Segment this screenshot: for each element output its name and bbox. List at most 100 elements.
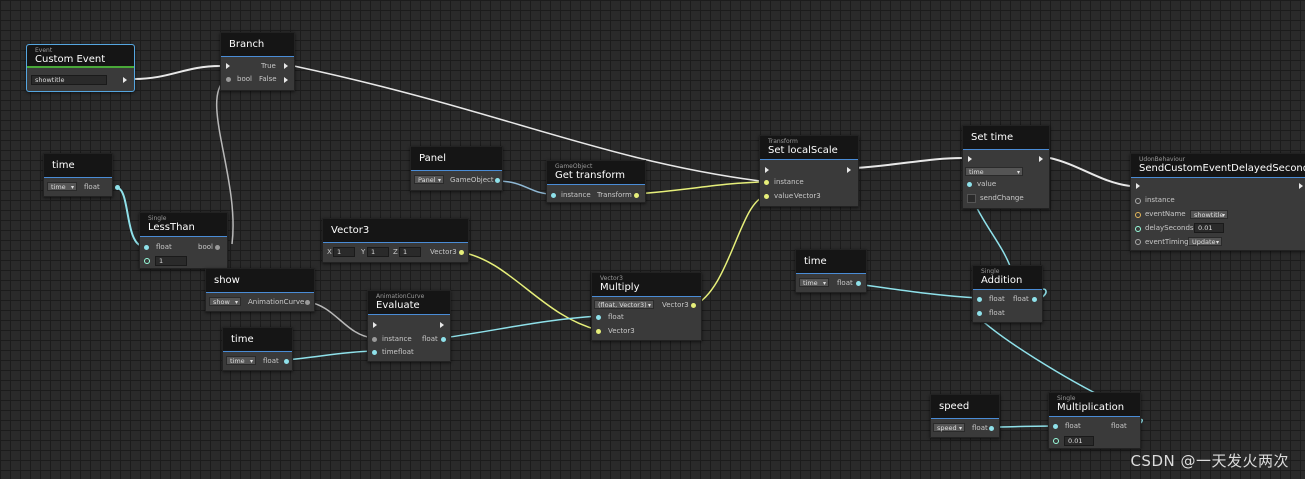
timing-port-icon[interactable]: [1135, 239, 1141, 245]
float-in-port-icon[interactable]: [596, 315, 601, 320]
node-subtitle: Single: [981, 268, 1000, 275]
node-multiply[interactable]: Vector3 Multiply (float, Vector3) Vector…: [591, 272, 702, 341]
flow-false-arrow-icon[interactable]: [284, 77, 288, 83]
node-multiplication[interactable]: Single Multiplication float float 0.01: [1048, 392, 1141, 449]
flow-out-arrow-icon[interactable]: [123, 77, 127, 83]
node-addition[interactable]: Single Addition float float float: [972, 265, 1043, 323]
flow-true-arrow-icon[interactable]: [284, 63, 288, 69]
wire-flow: [293, 65, 761, 182]
event-name-dropdown[interactable]: showtitle: [1190, 210, 1228, 220]
float-value-port-icon[interactable]: [1053, 438, 1059, 444]
node-time-variable[interactable]: time time float: [795, 249, 867, 293]
wire-float: [973, 312, 1096, 394]
flow-in-arrow-icon[interactable]: [1136, 183, 1140, 189]
node-send-custom-event-delayed[interactable]: UdonBehaviour SendCustomEventDelayedSeco…: [1130, 153, 1305, 251]
float-in-port-icon[interactable]: [1053, 424, 1058, 429]
float-out-port-icon[interactable]: [441, 337, 446, 342]
wire-float: [856, 283, 980, 299]
wire-vector: [692, 195, 767, 307]
variable-dropdown[interactable]: show: [209, 297, 241, 307]
node-panel-variable[interactable]: Panel Panel GameObject: [410, 146, 503, 191]
output-type-label: float: [972, 424, 988, 432]
instance-in-port-icon[interactable]: [551, 193, 556, 198]
z-field[interactable]: 1: [399, 247, 421, 257]
curve-out-port-icon[interactable]: [305, 300, 310, 305]
variable-dropdown[interactable]: time: [965, 167, 1023, 177]
float-out-port-icon[interactable]: [115, 185, 120, 190]
event-name-label: eventName: [1145, 210, 1186, 218]
float-value-port-icon[interactable]: [144, 258, 150, 264]
time-in-port-icon[interactable]: [372, 350, 377, 355]
float-in-port-icon[interactable]: [977, 297, 982, 302]
node-set-localscale[interactable]: Transform Set localScale instance value …: [759, 135, 859, 207]
x-field[interactable]: 1: [333, 247, 355, 257]
instance-port-icon[interactable]: [1135, 198, 1141, 204]
float-out-port-icon[interactable]: [284, 359, 289, 364]
variable-dropdown[interactable]: Panel: [414, 175, 444, 185]
variable-dropdown[interactable]: speed: [933, 423, 965, 433]
value-field[interactable]: 1: [155, 256, 187, 266]
node-speed-variable[interactable]: speed speed float: [930, 394, 1000, 438]
node-evaluate[interactable]: AnimationCurve Evaluate instance float t…: [367, 290, 451, 362]
send-change-checkbox[interactable]: [967, 194, 976, 203]
instance-in-port-icon[interactable]: [764, 180, 769, 185]
node-title: time: [804, 256, 827, 267]
variable-dropdown[interactable]: time: [226, 356, 256, 366]
float-out-port-icon[interactable]: [989, 426, 994, 431]
node-subtitle: Vector3: [600, 275, 623, 282]
node-custom-event[interactable]: Event Custom Event showtitle: [26, 44, 135, 92]
node-branch[interactable]: Branch True bool False: [220, 32, 295, 91]
timing-dropdown[interactable]: Update: [1188, 237, 1222, 247]
delay-port-icon[interactable]: [1135, 226, 1141, 232]
object-out-port-icon[interactable]: [495, 178, 500, 183]
node-time-variable[interactable]: time time float: [222, 327, 293, 371]
instance-in-port-icon[interactable]: [372, 337, 377, 342]
node-title: time: [231, 334, 254, 345]
bool-in-port-icon[interactable]: [226, 77, 231, 82]
vector-in-port-icon[interactable]: [596, 329, 601, 334]
float-input-label: float: [608, 313, 624, 321]
node-subtitle: AnimationCurve: [376, 293, 425, 300]
bool-out-port-icon[interactable]: [215, 245, 220, 250]
flow-in-arrow-icon[interactable]: [968, 156, 972, 162]
node-subtitle: GameObject: [555, 163, 593, 170]
node-show-variable[interactable]: show show AnimationCurve: [205, 268, 315, 312]
flow-in-arrow-icon[interactable]: [226, 63, 230, 69]
node-time-variable[interactable]: time time float: [43, 153, 120, 197]
float-out-port-icon[interactable]: [1032, 297, 1037, 302]
flow-out-arrow-icon[interactable]: [1039, 156, 1043, 162]
node-vector3[interactable]: Vector3 X 1 Y 1 Z 1 Vector3: [322, 218, 469, 263]
node-set-time[interactable]: Set time time value sendChange: [962, 125, 1050, 209]
node-title: Evaluate: [376, 300, 420, 311]
flow-out-arrow-icon[interactable]: [847, 167, 851, 173]
overload-dropdown[interactable]: (float, Vector3): [594, 300, 654, 310]
wire-flow: [1049, 157, 1131, 187]
event-name-port-icon[interactable]: [1135, 212, 1141, 218]
value-in-port-icon[interactable]: [764, 194, 769, 199]
flow-out-arrow-icon[interactable]: [1299, 183, 1303, 189]
vector-out-port-icon[interactable]: [691, 303, 696, 308]
node-get-transform[interactable]: GameObject Get transform instance Transf…: [546, 160, 646, 203]
variable-dropdown[interactable]: time: [799, 278, 829, 288]
value-field[interactable]: 0.01: [1064, 436, 1094, 446]
float-out-port-icon[interactable]: [856, 281, 861, 286]
event-name-field[interactable]: showtitle: [31, 75, 107, 85]
float-in-port-icon[interactable]: [977, 311, 982, 316]
flow-in-arrow-icon[interactable]: [373, 322, 377, 328]
float-in-port-icon[interactable]: [144, 245, 149, 250]
variable-dropdown[interactable]: time: [47, 182, 77, 192]
node-lessthan[interactable]: Single LessThan float bool 1: [139, 212, 228, 269]
wire-vector: [459, 251, 599, 331]
vector-out-port-icon[interactable]: [459, 250, 464, 255]
transform-out-port-icon[interactable]: [634, 193, 639, 198]
vector-input-label: Vector3: [608, 327, 635, 335]
instance-label: instance: [774, 178, 804, 186]
bool-label: bool: [237, 75, 252, 83]
value-in-port-icon[interactable]: [967, 182, 972, 187]
flow-out-arrow-icon[interactable]: [440, 322, 444, 328]
output-type-label: float: [837, 279, 853, 287]
flow-in-arrow-icon[interactable]: [765, 167, 769, 173]
delay-field[interactable]: 0.01: [1194, 223, 1224, 233]
input-label: instance: [382, 335, 412, 343]
y-field[interactable]: 1: [367, 247, 389, 257]
